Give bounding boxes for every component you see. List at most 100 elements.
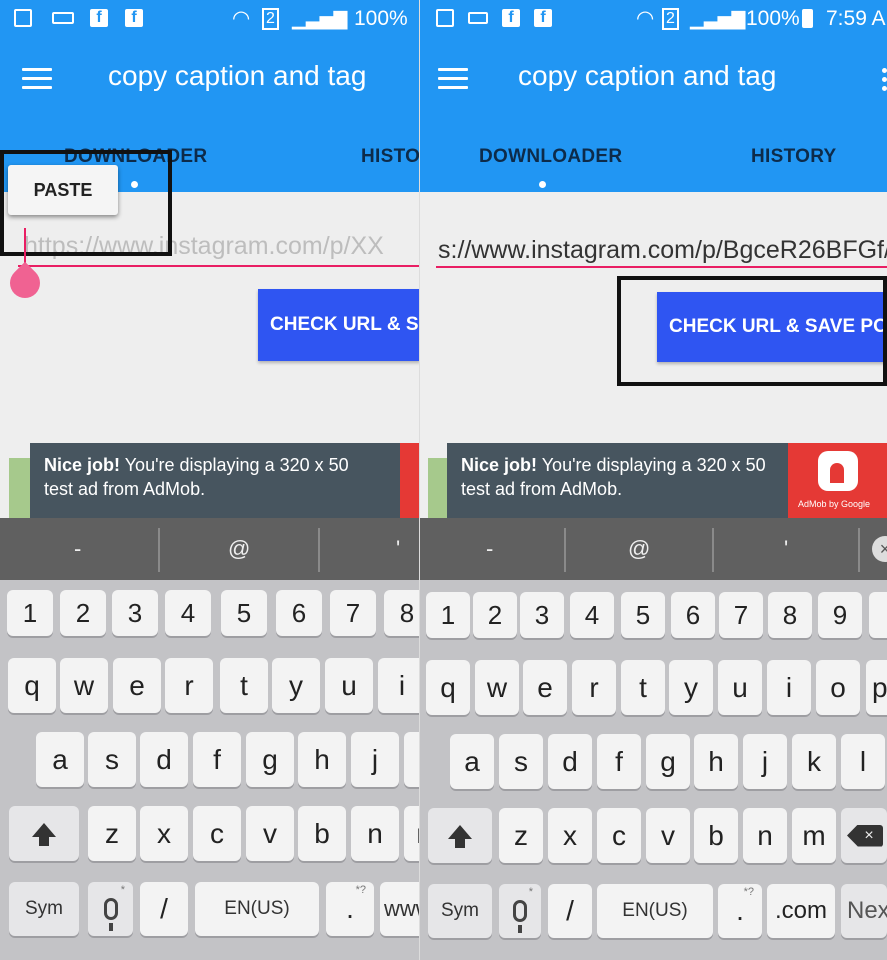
suggestion[interactable]: -	[74, 536, 81, 562]
key-n[interactable]: n	[351, 806, 399, 861]
key-4[interactable]: 4	[165, 590, 211, 636]
key-3[interactable]: 3	[520, 592, 564, 638]
key-7[interactable]: 7	[330, 590, 376, 636]
key-j[interactable]: j	[743, 734, 787, 789]
key-k[interactable]: k	[792, 734, 836, 789]
more-options-icon[interactable]	[882, 68, 887, 94]
key-h[interactable]: h	[298, 732, 346, 787]
slash-key[interactable]: /	[548, 884, 592, 938]
space-key[interactable]: EN(US)	[195, 882, 319, 936]
paste-button[interactable]: PASTE	[8, 165, 118, 215]
key-u[interactable]: u	[718, 660, 762, 715]
period-key[interactable]: *?.	[718, 884, 762, 938]
key-s[interactable]: s	[88, 732, 136, 787]
key-k[interactable]: k	[404, 732, 420, 787]
key-d[interactable]: d	[548, 734, 592, 789]
shift-key[interactable]	[9, 806, 79, 861]
check-url-save-button[interactable]: CHECK URL & S	[258, 289, 420, 361]
key-9[interactable]: 9	[818, 592, 862, 638]
period-key[interactable]: *?.	[326, 882, 374, 936]
suggestion[interactable]: @	[228, 536, 250, 562]
key-r[interactable]: r	[572, 660, 616, 715]
key-v[interactable]: v	[246, 806, 294, 861]
key-s[interactable]: s	[499, 734, 543, 789]
sym-key[interactable]: Sym	[9, 882, 79, 936]
key-p[interactable]: p	[866, 660, 887, 715]
backspace-key[interactable]: ×	[841, 808, 887, 863]
dotcom-key[interactable]: .com	[767, 884, 835, 938]
suggestion[interactable]: '	[396, 536, 400, 562]
key-g[interactable]: g	[646, 734, 690, 789]
tab-downloader[interactable]: DOWNLOADER	[479, 146, 622, 168]
menu-icon[interactable]	[438, 68, 468, 90]
menu-icon[interactable]	[22, 68, 52, 90]
shift-key[interactable]	[428, 808, 492, 863]
key-6[interactable]: 6	[276, 590, 322, 636]
space-key[interactable]: EN(US)	[597, 884, 713, 938]
www-key[interactable]: www.	[380, 882, 420, 936]
key-2[interactable]: 2	[60, 590, 106, 636]
key-m[interactable]: m	[404, 806, 420, 861]
key-t[interactable]: t	[621, 660, 665, 715]
key-z[interactable]: z	[499, 808, 543, 863]
url-input[interactable]	[438, 229, 887, 271]
close-icon[interactable]: ×	[872, 536, 887, 562]
key-w[interactable]: w	[475, 660, 519, 715]
key-b[interactable]: b	[298, 806, 346, 861]
key-r[interactable]: r	[165, 658, 213, 713]
key-f[interactable]: f	[597, 734, 641, 789]
key-l[interactable]: l	[841, 734, 885, 789]
key-0[interactable]	[869, 592, 887, 638]
key-4[interactable]: 4	[570, 592, 614, 638]
key-e[interactable]: e	[113, 658, 161, 713]
key-2[interactable]: 2	[473, 592, 517, 638]
key-5[interactable]: 5	[621, 592, 665, 638]
key-n[interactable]: n	[743, 808, 787, 863]
key-u[interactable]: u	[325, 658, 373, 713]
key-c[interactable]: c	[193, 806, 241, 861]
tab-history[interactable]: HISTO	[361, 146, 420, 168]
key-y[interactable]: y	[272, 658, 320, 713]
ad-banner[interactable]: Nice job! You're displaying a 320 x 50 t…	[447, 443, 887, 518]
key-a[interactable]: a	[36, 732, 84, 787]
tab-history[interactable]: HISTORY	[751, 146, 837, 168]
key-t[interactable]: t	[220, 658, 268, 713]
key-w[interactable]: w	[60, 658, 108, 713]
key-x[interactable]: x	[548, 808, 592, 863]
mic-key[interactable]: *	[499, 884, 541, 938]
cursor-handle[interactable]	[3, 261, 47, 305]
key-3[interactable]: 3	[112, 590, 158, 636]
key-y[interactable]: y	[669, 660, 713, 715]
key-v[interactable]: v	[646, 808, 690, 863]
mic-key[interactable]: *	[88, 882, 133, 936]
ad-banner[interactable]: Nice job! You're displaying a 320 x 50 t…	[30, 443, 420, 518]
key-i[interactable]: i	[767, 660, 811, 715]
key-8[interactable]: 8	[384, 590, 420, 636]
key-h[interactable]: h	[694, 734, 738, 789]
key-b[interactable]: b	[694, 808, 738, 863]
key-g[interactable]: g	[246, 732, 294, 787]
key-i[interactable]: i	[378, 658, 420, 713]
slash-key[interactable]: /	[140, 882, 188, 936]
key-c[interactable]: c	[597, 808, 641, 863]
key-8[interactable]: 8	[768, 592, 812, 638]
key-d[interactable]: d	[140, 732, 188, 787]
key-m[interactable]: m	[792, 808, 836, 863]
key-o[interactable]: o	[816, 660, 860, 715]
key-1[interactable]: 1	[426, 592, 470, 638]
key-5[interactable]: 5	[221, 590, 267, 636]
key-x[interactable]: x	[140, 806, 188, 861]
key-e[interactable]: e	[523, 660, 567, 715]
next-key[interactable]: Next	[841, 884, 887, 938]
key-q[interactable]: q	[8, 658, 56, 713]
key-6[interactable]: 6	[671, 592, 715, 638]
key-q[interactable]: q	[426, 660, 470, 715]
suggestion[interactable]: '	[784, 536, 788, 562]
key-a[interactable]: a	[450, 734, 494, 789]
key-j[interactable]: j	[351, 732, 399, 787]
key-1[interactable]: 1	[7, 590, 53, 636]
key-7[interactable]: 7	[719, 592, 763, 638]
key-z[interactable]: z	[88, 806, 136, 861]
suggestion[interactable]: @	[628, 536, 650, 562]
suggestion[interactable]: -	[486, 536, 493, 562]
